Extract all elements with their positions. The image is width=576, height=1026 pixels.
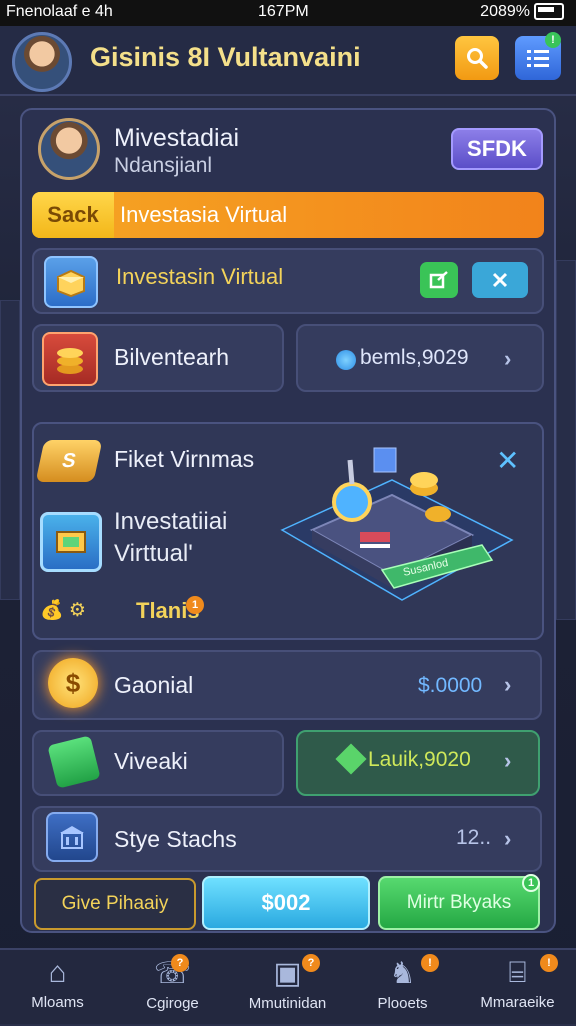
chevron-right-icon: ›: [504, 748, 512, 773]
nav-label: Plooets: [377, 995, 428, 1012]
battery-percent: 2089%: [480, 3, 530, 20]
coin-stack-icon: [42, 332, 98, 386]
battery-icon: [534, 3, 564, 21]
feature-subtitle-line2: Virttual': [114, 540, 193, 567]
money-box-icon: [40, 512, 102, 572]
gaonial-value: $.0000: [418, 674, 483, 697]
give-button[interactable]: Give Pihaaiy: [34, 878, 196, 930]
dollar-coin-icon: $: [48, 658, 98, 708]
nav-item-phone[interactable]: ☏ Cgiroge ?: [115, 950, 230, 1026]
status-time: 167PM: [258, 3, 309, 20]
stye-value: 12..: [456, 826, 492, 849]
bottom-nav: ⌂ Mloams ☏ Cgiroge ? ▣ Mmutinidan ? ♞ Pl…: [0, 948, 576, 1024]
nav-badge: !: [540, 954, 558, 972]
background-building: [0, 300, 20, 600]
stye-label: Stye Stachs: [114, 826, 237, 852]
status-right: 2089%: [480, 3, 564, 21]
nav-badge: ?: [171, 954, 189, 972]
nav-item-box[interactable]: ▣ Mmutinidan ?: [230, 950, 345, 1026]
chevron-right-icon: ›: [504, 826, 512, 851]
coin-stack-shape: [57, 348, 83, 374]
feature-subtitle-line1: Investatiiai: [114, 508, 228, 535]
header-title: Gisinis 8I Vultanvaini: [90, 42, 361, 72]
banner-text: Investasia Virtual: [120, 202, 288, 227]
amount-button[interactable]: $002: [202, 876, 370, 930]
balance-label: Bilventearh: [114, 344, 230, 370]
status-bar: Fnenolaaf e 4h 167PM 2089%: [0, 0, 576, 26]
nav-item-pet[interactable]: ♞ Plooets !: [345, 950, 460, 1026]
more-button[interactable]: Mirtr Bkyaks: [378, 876, 540, 930]
more-badge: 1: [522, 874, 540, 892]
gem-icon: [336, 350, 356, 370]
nav-item-store[interactable]: ⌸ Mmaraeike !: [460, 950, 575, 1026]
pet-icon: ♞: [389, 957, 416, 990]
viveaki-value: Lauik,9020: [368, 748, 471, 771]
invest-label: Investasin Virtual: [116, 264, 284, 289]
coin-tag-icon: S: [35, 440, 103, 482]
search-button[interactable]: [455, 36, 499, 80]
nav-label: Mmaraeike: [480, 994, 555, 1011]
list-icon: [527, 50, 549, 67]
feature-mini-badge: 1: [186, 596, 204, 614]
building-icon: [46, 812, 98, 862]
profile-avatar[interactable]: [38, 118, 100, 180]
nav-label: Mloams: [31, 994, 84, 1011]
gems-value: bemls,9029: [360, 346, 469, 369]
profile-action-button[interactable]: SFDK: [451, 128, 543, 170]
nav-badge: !: [421, 954, 439, 972]
nav-badge: ?: [302, 954, 320, 972]
menu-badge: !: [545, 32, 561, 48]
chest-icon-shape: [57, 269, 85, 297]
status-left: Fnenolaaf e 4h: [6, 3, 113, 20]
nav-item-home[interactable]: ⌂ Mloams: [0, 950, 115, 1026]
search-icon: [467, 48, 488, 69]
invest-row[interactable]: [32, 248, 544, 314]
app-header: Gisinis 8I Vultanvaini !: [0, 26, 576, 96]
isometric-device-illustration: Susanlod: [280, 447, 514, 601]
nav-label: Cgiroge: [146, 995, 199, 1012]
store-icon: ⌸: [508, 956, 527, 989]
edit-icon: [429, 271, 448, 289]
box-icon: ▣: [273, 957, 302, 990]
feature-title: Fiket Virnmas: [114, 446, 255, 472]
profile-name: Mivestadiai: [114, 124, 240, 152]
close-icon: [492, 272, 508, 288]
chest-icon: [44, 256, 98, 308]
close-button[interactable]: [472, 262, 528, 298]
building-shape: [60, 826, 84, 849]
money-box-shape: [56, 531, 86, 553]
nav-label: Mmutinidan: [248, 995, 327, 1012]
edit-button[interactable]: [420, 262, 458, 298]
background-building: [556, 260, 576, 620]
gaonial-label: Gaonial: [114, 672, 194, 698]
viveaki-label: Viveaki: [114, 748, 188, 774]
feature-mini-icons: 💰 ⚙: [40, 600, 86, 621]
chevron-right-icon: ›: [504, 346, 512, 371]
chevron-right-icon: ›: [504, 672, 512, 697]
profile-subtitle: Ndansjianl: [114, 154, 213, 177]
home-icon: ⌂: [48, 956, 67, 989]
header-avatar[interactable]: [12, 32, 72, 92]
banner-tag: Sack: [32, 192, 114, 238]
